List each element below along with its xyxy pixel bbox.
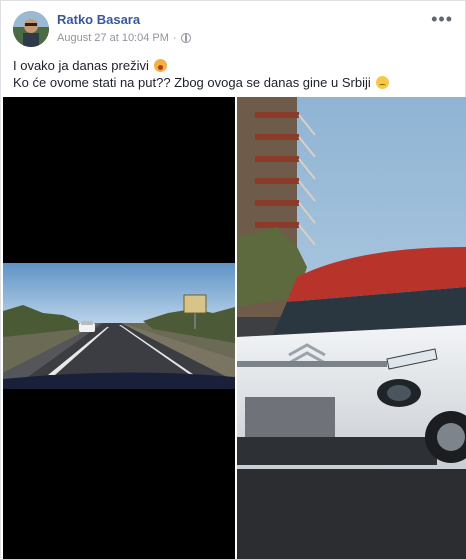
dashcam-frame (3, 263, 235, 389)
post-timestamp[interactable]: August 27 at 10:04 PM (57, 32, 169, 44)
author-avatar[interactable] (13, 11, 49, 47)
white-car-closeup-photo[interactable] (237, 97, 466, 559)
post-text: I ovako ja danas preživi Ko će ovome sta… (13, 57, 390, 91)
more-options-icon[interactable]: ••• (431, 9, 453, 30)
post-meta: August 27 at 10:04 PM · (57, 32, 191, 44)
post-media (1, 97, 466, 559)
post-text-line-1: I ovako ja danas preživi (13, 57, 389, 74)
meta-separator: · (172, 32, 177, 44)
post-text-line-2: Ko će ovome stati na put?? Zbog ovoga se… (13, 74, 390, 91)
dashcam-road-photo[interactable] (3, 97, 235, 559)
shocked-face-icon (154, 59, 168, 72)
pensive-face-icon (376, 76, 390, 89)
post-text-line-1-content: I ovako ja danas preživi (13, 58, 149, 73)
author-name[interactable]: Ratko Basara (57, 12, 140, 27)
globe-icon[interactable] (180, 33, 191, 43)
post-card: Ratko Basara August 27 at 10:04 PM · •••… (0, 0, 466, 559)
post-text-line-2-content: Ko će ovome stati na put?? Zbog ovoga se… (13, 75, 371, 90)
